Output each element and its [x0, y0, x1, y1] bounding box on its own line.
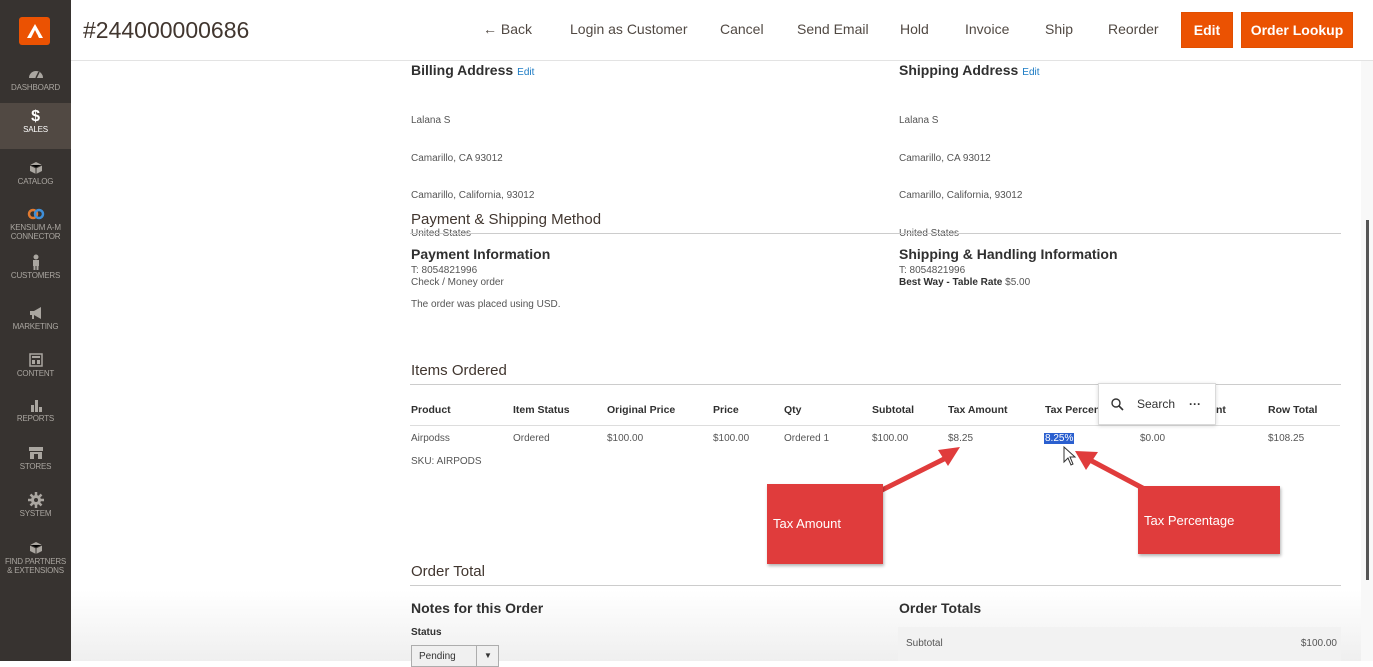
scrollbar-thumb[interactable]	[1366, 220, 1369, 580]
order-total-section-title: Order Total	[411, 563, 485, 580]
status-value: Pending	[419, 651, 456, 662]
section-divider	[410, 585, 1341, 586]
chevron-down-icon: ▼	[476, 646, 499, 666]
arrow-head	[938, 447, 960, 466]
annotation-arrows	[878, 447, 1154, 496]
subtotal-label: Subtotal	[906, 638, 943, 649]
tax-percentage-callout: Tax Percentage	[1138, 486, 1280, 554]
order-totals-title: Order Totals	[899, 600, 982, 616]
status-label: Status	[411, 627, 442, 638]
subtotal-value: $100.00	[1300, 638, 1337, 649]
status-select[interactable]: Pending ▼	[411, 645, 499, 667]
notes-title: Notes for this Order	[411, 600, 544, 616]
arrow-to-tax-amount	[878, 454, 950, 494]
totals-table: Subtotal $100.00	[898, 627, 1341, 661]
tax-amount-callout: Tax Amount	[767, 484, 883, 564]
